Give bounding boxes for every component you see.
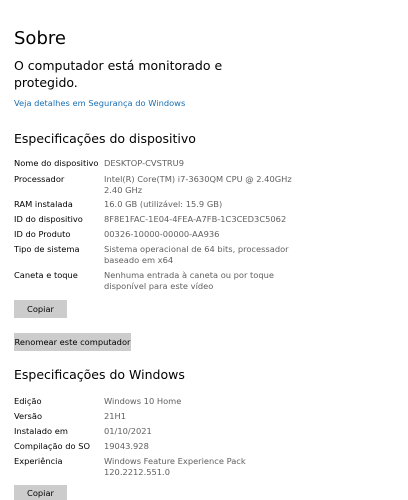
system-type-value: Sistema operacional de 64 bits, processa… — [104, 244, 289, 265]
edition-label: Edição — [14, 396, 42, 406]
os-build-value: 19043.928 — [104, 441, 149, 451]
about-page: Sobre O computador está monitorado e pro… — [0, 0, 408, 500]
copy-device-specs-button[interactable]: Copiar — [14, 300, 67, 318]
rename-pc-button[interactable]: Renomear este computador — [14, 333, 131, 351]
processor-label: Processador — [14, 174, 65, 184]
experience-value: Windows Feature Experience Pack 120.2212… — [104, 456, 246, 477]
copy-windows-specs-button[interactable]: Copiar — [14, 485, 67, 500]
system-type-label: Tipo de sistema — [14, 244, 80, 254]
edition-value: Windows 10 Home — [104, 396, 182, 406]
product-id-label: ID do Produto — [14, 229, 71, 239]
product-id-value: 00326-10000-00000-AA936 — [104, 229, 220, 239]
windows-security-link[interactable]: Veja detalhes em Segurança do Windows — [14, 98, 185, 108]
installed-on-label: Instalado em — [14, 426, 68, 436]
version-label: Versão — [14, 411, 43, 421]
os-build-label: Compilação do SO — [14, 441, 91, 451]
pen-touch-value: Nenhuma entrada à caneta ou por toque di… — [104, 270, 275, 291]
version-value: 21H1 — [104, 411, 127, 421]
protection-status: O computador está monitorado e protegido… — [14, 58, 223, 90]
processor-value: Intel(R) Core(TM) i7-3630QM CPU @ 2.40GH… — [104, 174, 292, 195]
ram-label: RAM instalada — [14, 199, 73, 209]
experience-label: Experiência — [14, 456, 63, 466]
device-id-value: 8F8E1FAC-1E04-4FEA-A7FB-1C3CED3C5062 — [104, 214, 287, 224]
pen-touch-label: Caneta e toque — [14, 270, 78, 280]
ram-value: 16.0 GB (utilizável: 15.9 GB) — [104, 199, 223, 209]
page-title: Sobre — [14, 28, 66, 49]
device-id-label: ID do dispositivo — [14, 214, 83, 224]
windows-specs-heading: Especificações do Windows — [14, 367, 185, 382]
device-name-value: DESKTOP-CVSTRU9 — [104, 158, 185, 168]
installed-on-value: 01/10/2021 — [104, 426, 152, 436]
device-name-label: Nome do dispositivo — [14, 158, 99, 168]
device-specs-heading: Especificações do dispositivo — [14, 131, 196, 146]
